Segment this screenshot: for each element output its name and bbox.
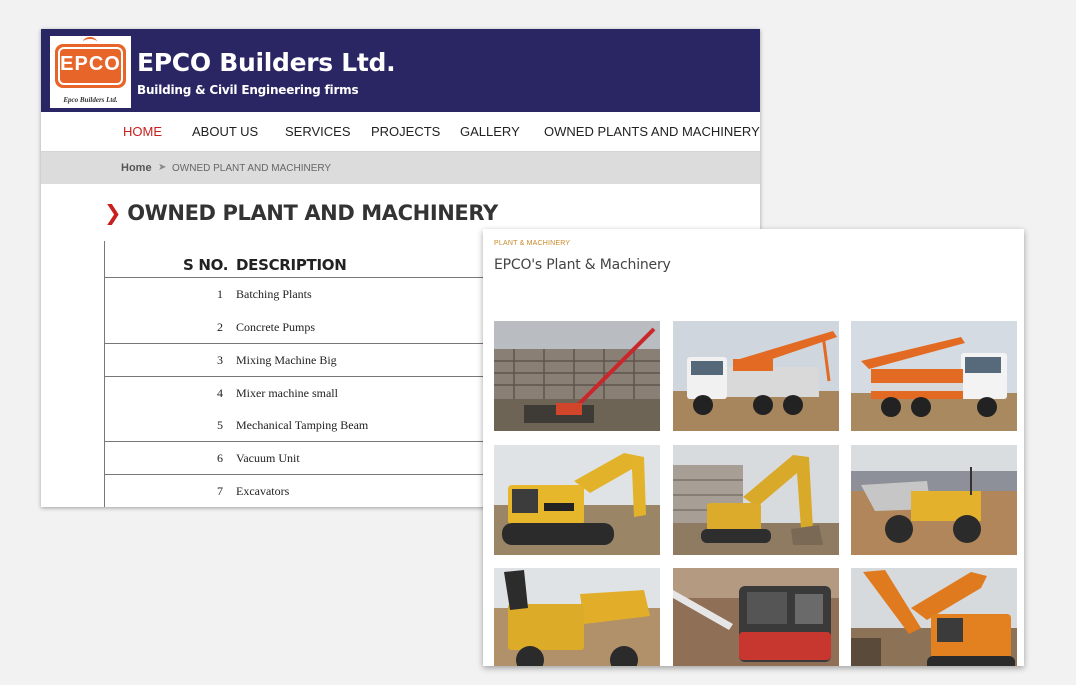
row-number: 4 (217, 386, 223, 400)
main-nav: HOME ABOUT US SERVICES PROJECTS GALLERY … (41, 112, 760, 152)
page-heading-text: OWNED PLANT AND MACHINERY (127, 201, 498, 225)
table-row: 3 Mixing Machine Big (105, 343, 525, 376)
breadcrumb-arrow-icon: ➤ (158, 162, 167, 173)
column-header-description: DESCRIPTION (236, 256, 347, 274)
row-number: 1 (217, 287, 223, 301)
logo-caption: Epco Builders Ltd. (63, 96, 118, 104)
row-number: 2 (217, 320, 223, 334)
nav-services[interactable]: SERVICES (285, 124, 351, 139)
logo-letters: EPCO (60, 53, 121, 75)
photo-concrete-pump-1[interactable] (673, 321, 839, 431)
photo-orange-excavator[interactable] (851, 568, 1017, 666)
site-title: EPCO Builders Ltd. (137, 48, 396, 77)
breadcrumb-current: OWNED PLANT AND MACHINERY (172, 163, 332, 174)
photo-concrete-pump-2[interactable] (851, 321, 1017, 431)
photo-site-dumper[interactable] (494, 568, 660, 666)
row-number: 7 (217, 484, 223, 498)
table-row: 7 Excavators (105, 474, 525, 507)
breadcrumb: Home ➤ OWNED PLANT AND MACHINERY (41, 152, 760, 184)
photo-dumper[interactable] (851, 445, 1017, 555)
photo-cat-excavator[interactable] (494, 445, 660, 555)
machinery-table: S NO. DESCRIPTION 1 Batching Plants 2 Co… (104, 241, 525, 507)
column-header-sno: S NO. (183, 256, 229, 274)
row-description: Batching Plants (236, 287, 312, 301)
chevron-right-icon: ❯ (104, 201, 122, 225)
photo-excavator-building[interactable] (673, 445, 839, 555)
table-row: 4 Mixer machine small (105, 376, 525, 409)
nav-gallery[interactable]: GALLERY (460, 124, 520, 139)
gallery-title: EPCO's Plant & Machinery (494, 257, 671, 273)
table-row: 6 Vacuum Unit (105, 441, 525, 474)
photo-crane-site[interactable] (494, 321, 660, 431)
site-header: EPCO Epco Builders Ltd. EPCO Builders Lt… (41, 29, 760, 112)
gallery-window: PLANT & MACHINERY EPCO's Plant & Machine… (483, 229, 1024, 666)
row-description: Mechanical Tamping Beam (236, 418, 369, 432)
row-description: Concrete Pumps (236, 320, 315, 334)
row-description: Mixer machine small (236, 386, 338, 400)
gallery-tag: PLANT & MACHINERY (494, 240, 571, 247)
nav-home[interactable]: HOME (123, 124, 162, 139)
table-row: 5 Mechanical Tamping Beam (105, 409, 525, 441)
table-header: S NO. DESCRIPTION (105, 241, 525, 278)
table-row: 1 Batching Plants (105, 278, 525, 310)
row-number: 5 (217, 418, 223, 432)
row-description: Mixing Machine Big (236, 353, 337, 367)
table-row: 2 Concrete Pumps (105, 311, 525, 343)
row-number: 3 (217, 353, 223, 367)
row-description: Excavators (236, 484, 290, 498)
logo-mark: EPCO (55, 44, 126, 88)
nav-about-us[interactable]: ABOUT US (192, 124, 258, 139)
row-description: Vacuum Unit (236, 451, 300, 465)
photo-tamping-machine[interactable] (673, 568, 839, 666)
row-number: 6 (217, 451, 223, 465)
site-subtitle: Building & Civil Engineering firms (137, 83, 359, 97)
nav-projects[interactable]: PROJECTS (371, 124, 440, 139)
company-logo[interactable]: EPCO Epco Builders Ltd. (50, 36, 131, 108)
breadcrumb-home-link[interactable]: Home (121, 162, 152, 174)
nav-owned-plants[interactable]: OWNED PLANTS AND MACHINERY (544, 124, 760, 139)
page-heading: ❯ OWNED PLANT AND MACHINERY (104, 201, 498, 225)
